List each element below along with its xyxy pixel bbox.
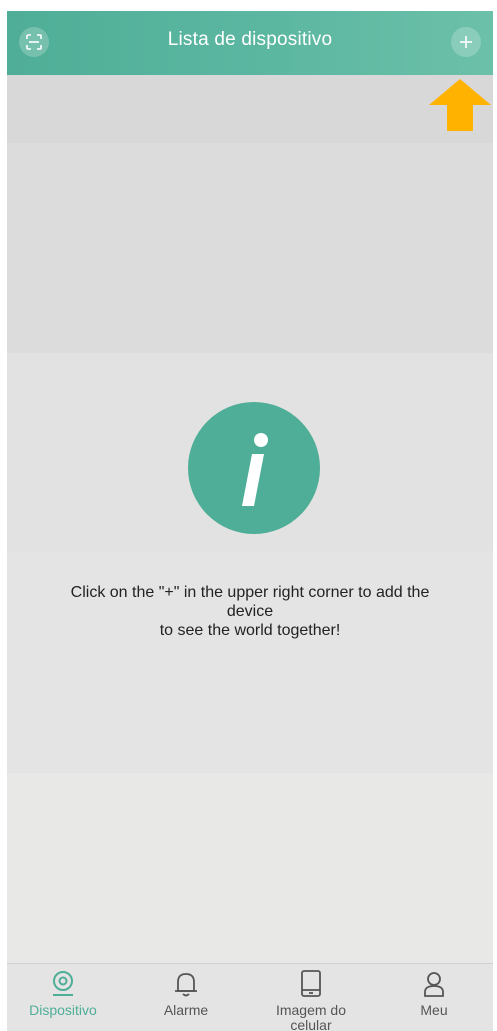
tab-alarme[interactable]: Alarme: [136, 969, 236, 1018]
bell-icon: [175, 973, 197, 997]
top-app-bar: Lista de dispositivo: [7, 11, 493, 75]
empty-state-line: Click on the "+" in the upper right corn…: [70, 584, 430, 601]
arrow-up-icon: [429, 79, 491, 131]
plus-icon: [460, 36, 472, 48]
empty-state-line: device: [226, 603, 274, 620]
page-title: Lista de dispositivo: [167, 29, 333, 50]
tab-label: Alarme: [163, 1002, 209, 1018]
empty-state-message: Click on the "+" in the upper right corn…: [17, 583, 483, 640]
add-device-button[interactable]: [451, 27, 481, 57]
tab-label: Dispositivo: [29, 1002, 97, 1018]
empty-state-line: to see the world together!: [159, 622, 341, 639]
tab-imagem-do-celular[interactable]: Imagem do celular: [261, 969, 361, 1031]
tab-label: Imagem do celular: [275, 1002, 347, 1031]
phone-icon: [301, 970, 321, 997]
info-icon: [188, 402, 320, 534]
background-band: [7, 773, 493, 963]
camera-icon: [53, 971, 73, 996]
tab-meu[interactable]: Meu: [384, 969, 484, 1018]
app-screen: Lista de dispositivo Click on the "+" in…: [7, 11, 493, 1031]
background-band: [7, 143, 493, 353]
tab-dispositivo[interactable]: Dispositivo: [13, 969, 113, 1018]
user-icon: [424, 972, 444, 997]
background-band: [7, 75, 493, 143]
tab-label: Meu: [420, 1002, 448, 1018]
